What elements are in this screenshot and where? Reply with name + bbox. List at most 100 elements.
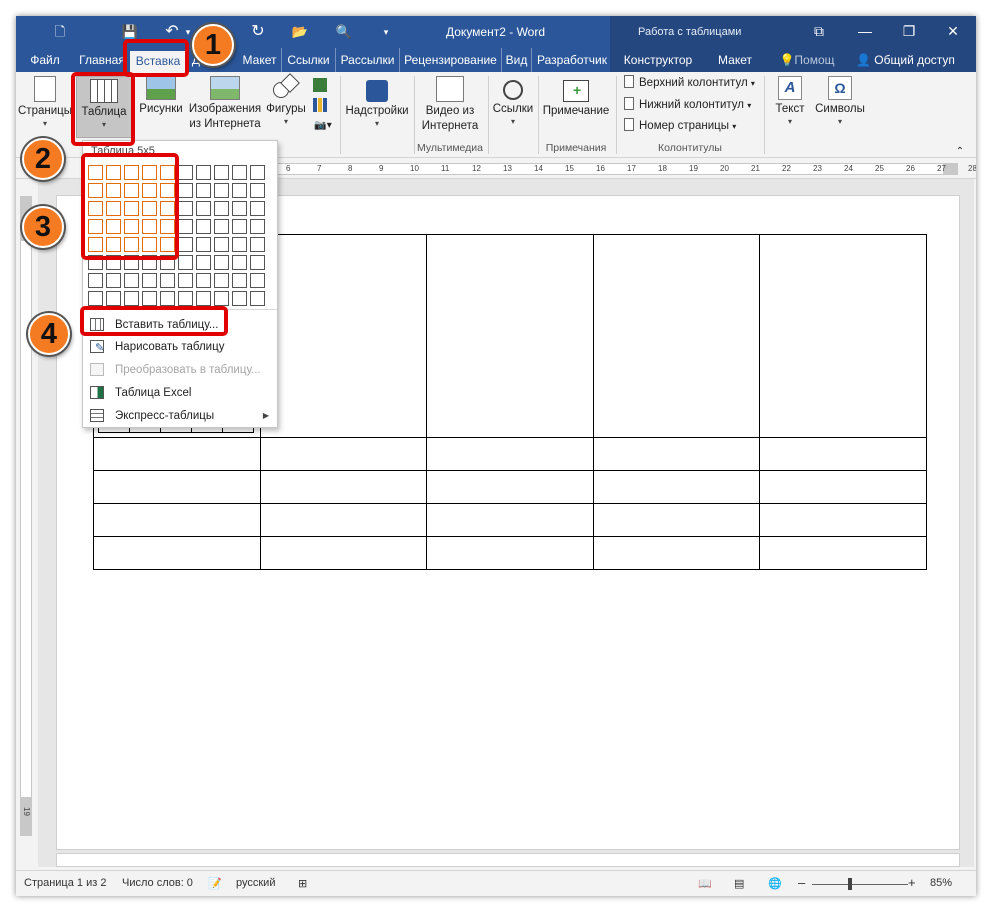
restore-button[interactable]: ❐	[886, 16, 932, 48]
grid-cell[interactable]	[88, 273, 103, 288]
open-icon[interactable]: 📂	[290, 22, 310, 42]
symbols-button[interactable]: Ω Символы ▾	[812, 76, 868, 127]
tab-mailings[interactable]: Рассылки	[336, 48, 400, 72]
smartart-button[interactable]	[310, 76, 330, 94]
tab-home[interactable]: Главная	[74, 48, 130, 72]
grid-cell[interactable]	[214, 237, 229, 252]
table-cell[interactable]	[259, 234, 428, 438]
table-cell[interactable]	[426, 436, 594, 471]
print-layout-icon[interactable]: ▤	[734, 877, 744, 890]
grid-cell[interactable]	[178, 237, 193, 252]
grid-cell[interactable]	[214, 219, 229, 234]
grid-cell[interactable]	[178, 183, 193, 198]
table-cell[interactable]	[426, 234, 594, 438]
grid-cell[interactable]	[214, 273, 229, 288]
read-mode-icon[interactable]: 📖	[698, 877, 712, 890]
grid-cell[interactable]	[214, 201, 229, 216]
zoom-slider[interactable]	[812, 884, 908, 885]
table-cell[interactable]	[93, 469, 261, 504]
quick-tables-menu-item[interactable]: Экспресс-таблицы ▶	[85, 405, 275, 427]
table-cell[interactable]	[592, 469, 761, 504]
customize-toolbar-icon[interactable]: ▾	[376, 22, 396, 42]
grid-cell[interactable]	[214, 183, 229, 198]
grid-cell[interactable]	[106, 273, 121, 288]
ribbon-display-icon[interactable]: ⧉	[796, 16, 842, 48]
language[interactable]: русский	[236, 877, 275, 889]
grid-cell[interactable]	[250, 165, 265, 180]
grid-cell[interactable]	[160, 291, 175, 306]
redo-icon[interactable]: ↻	[248, 22, 268, 42]
grid-cell[interactable]	[250, 237, 265, 252]
grid-cell[interactable]	[178, 201, 193, 216]
grid-cell[interactable]	[250, 219, 265, 234]
screenshot-button[interactable]: 📷▾	[310, 118, 336, 133]
grid-cell[interactable]	[178, 291, 193, 306]
grid-cell[interactable]	[214, 165, 229, 180]
footer-button[interactable]: Нижний колонтитул ▾	[624, 96, 751, 114]
table-cell[interactable]	[592, 436, 761, 471]
pictures-button[interactable]: Рисунки	[136, 76, 186, 117]
grid-cell[interactable]	[232, 201, 247, 216]
grid-cell[interactable]	[142, 291, 157, 306]
pages-button[interactable]: Страницы ▾	[18, 76, 72, 129]
online-pictures-button[interactable]: Изображения из Интернета	[186, 76, 264, 132]
grid-cell[interactable]	[196, 183, 211, 198]
grid-cell[interactable]	[196, 291, 211, 306]
page-count[interactable]: Страница 1 из 2	[24, 877, 106, 889]
grid-cell[interactable]	[178, 165, 193, 180]
macro-icon[interactable]: ⊞	[298, 877, 307, 890]
links-button[interactable]: Ссылки ▾	[490, 76, 536, 127]
grid-cell[interactable]	[250, 273, 265, 288]
grid-cell[interactable]	[196, 165, 211, 180]
excel-table-menu-item[interactable]: Таблица Excel	[85, 382, 275, 404]
table-cell[interactable]	[426, 535, 594, 571]
zoom-level[interactable]: 85%	[930, 877, 952, 889]
zoom-slider-thumb[interactable]	[848, 878, 852, 890]
grid-cell[interactable]	[178, 255, 193, 270]
grid-cell[interactable]	[250, 255, 265, 270]
grid-cell[interactable]	[214, 255, 229, 270]
grid-cell[interactable]	[250, 291, 265, 306]
grid-cell[interactable]	[196, 237, 211, 252]
zoom-in-button[interactable]: +	[908, 875, 916, 890]
table-cell[interactable]	[426, 502, 594, 537]
table-cell[interactable]	[259, 502, 428, 537]
new-document-icon[interactable]: 🗋	[50, 22, 70, 42]
table-cell[interactable]	[759, 469, 927, 504]
table-cell[interactable]	[259, 436, 428, 471]
web-layout-icon[interactable]: 🌐	[768, 877, 782, 890]
grid-cell[interactable]	[232, 273, 247, 288]
table-cell[interactable]	[592, 234, 761, 438]
grid-cell[interactable]	[250, 183, 265, 198]
zoom-out-button[interactable]: –	[798, 875, 805, 890]
tab-references[interactable]: Ссылки	[282, 48, 336, 72]
comment-button[interactable]: + Примечание	[540, 76, 612, 119]
proofing-icon[interactable]: 📝	[208, 877, 222, 890]
grid-cell[interactable]	[196, 201, 211, 216]
grid-cell[interactable]	[124, 291, 139, 306]
tab-view[interactable]: Вид	[502, 48, 532, 72]
table-cell[interactable]	[759, 535, 927, 571]
grid-cell[interactable]	[232, 291, 247, 306]
table-cell[interactable]	[759, 502, 927, 537]
grid-cell[interactable]	[232, 255, 247, 270]
table-cell[interactable]	[259, 535, 428, 571]
online-video-button[interactable]: Видео из Интернета	[416, 76, 484, 134]
table-cell[interactable]	[93, 436, 261, 471]
table-cell[interactable]	[259, 469, 428, 504]
grid-cell[interactable]	[196, 273, 211, 288]
grid-cell[interactable]	[178, 219, 193, 234]
grid-cell[interactable]	[214, 291, 229, 306]
close-button[interactable]: ✕	[930, 16, 976, 48]
addins-button[interactable]: Надстройки ▾	[342, 76, 412, 129]
collapse-ribbon-icon[interactable]: ⌃	[952, 144, 968, 159]
tab-file[interactable]: Файл	[20, 48, 70, 72]
table-cell[interactable]	[592, 502, 761, 537]
grid-cell[interactable]	[232, 183, 247, 198]
shapes-button[interactable]: Фигуры ▾	[264, 73, 308, 127]
print-preview-icon[interactable]: 🔍	[334, 22, 354, 42]
grid-cell[interactable]	[142, 273, 157, 288]
grid-cell[interactable]	[124, 273, 139, 288]
chart-button[interactable]	[310, 96, 330, 114]
tab-table-layout[interactable]: Макет	[712, 48, 758, 72]
